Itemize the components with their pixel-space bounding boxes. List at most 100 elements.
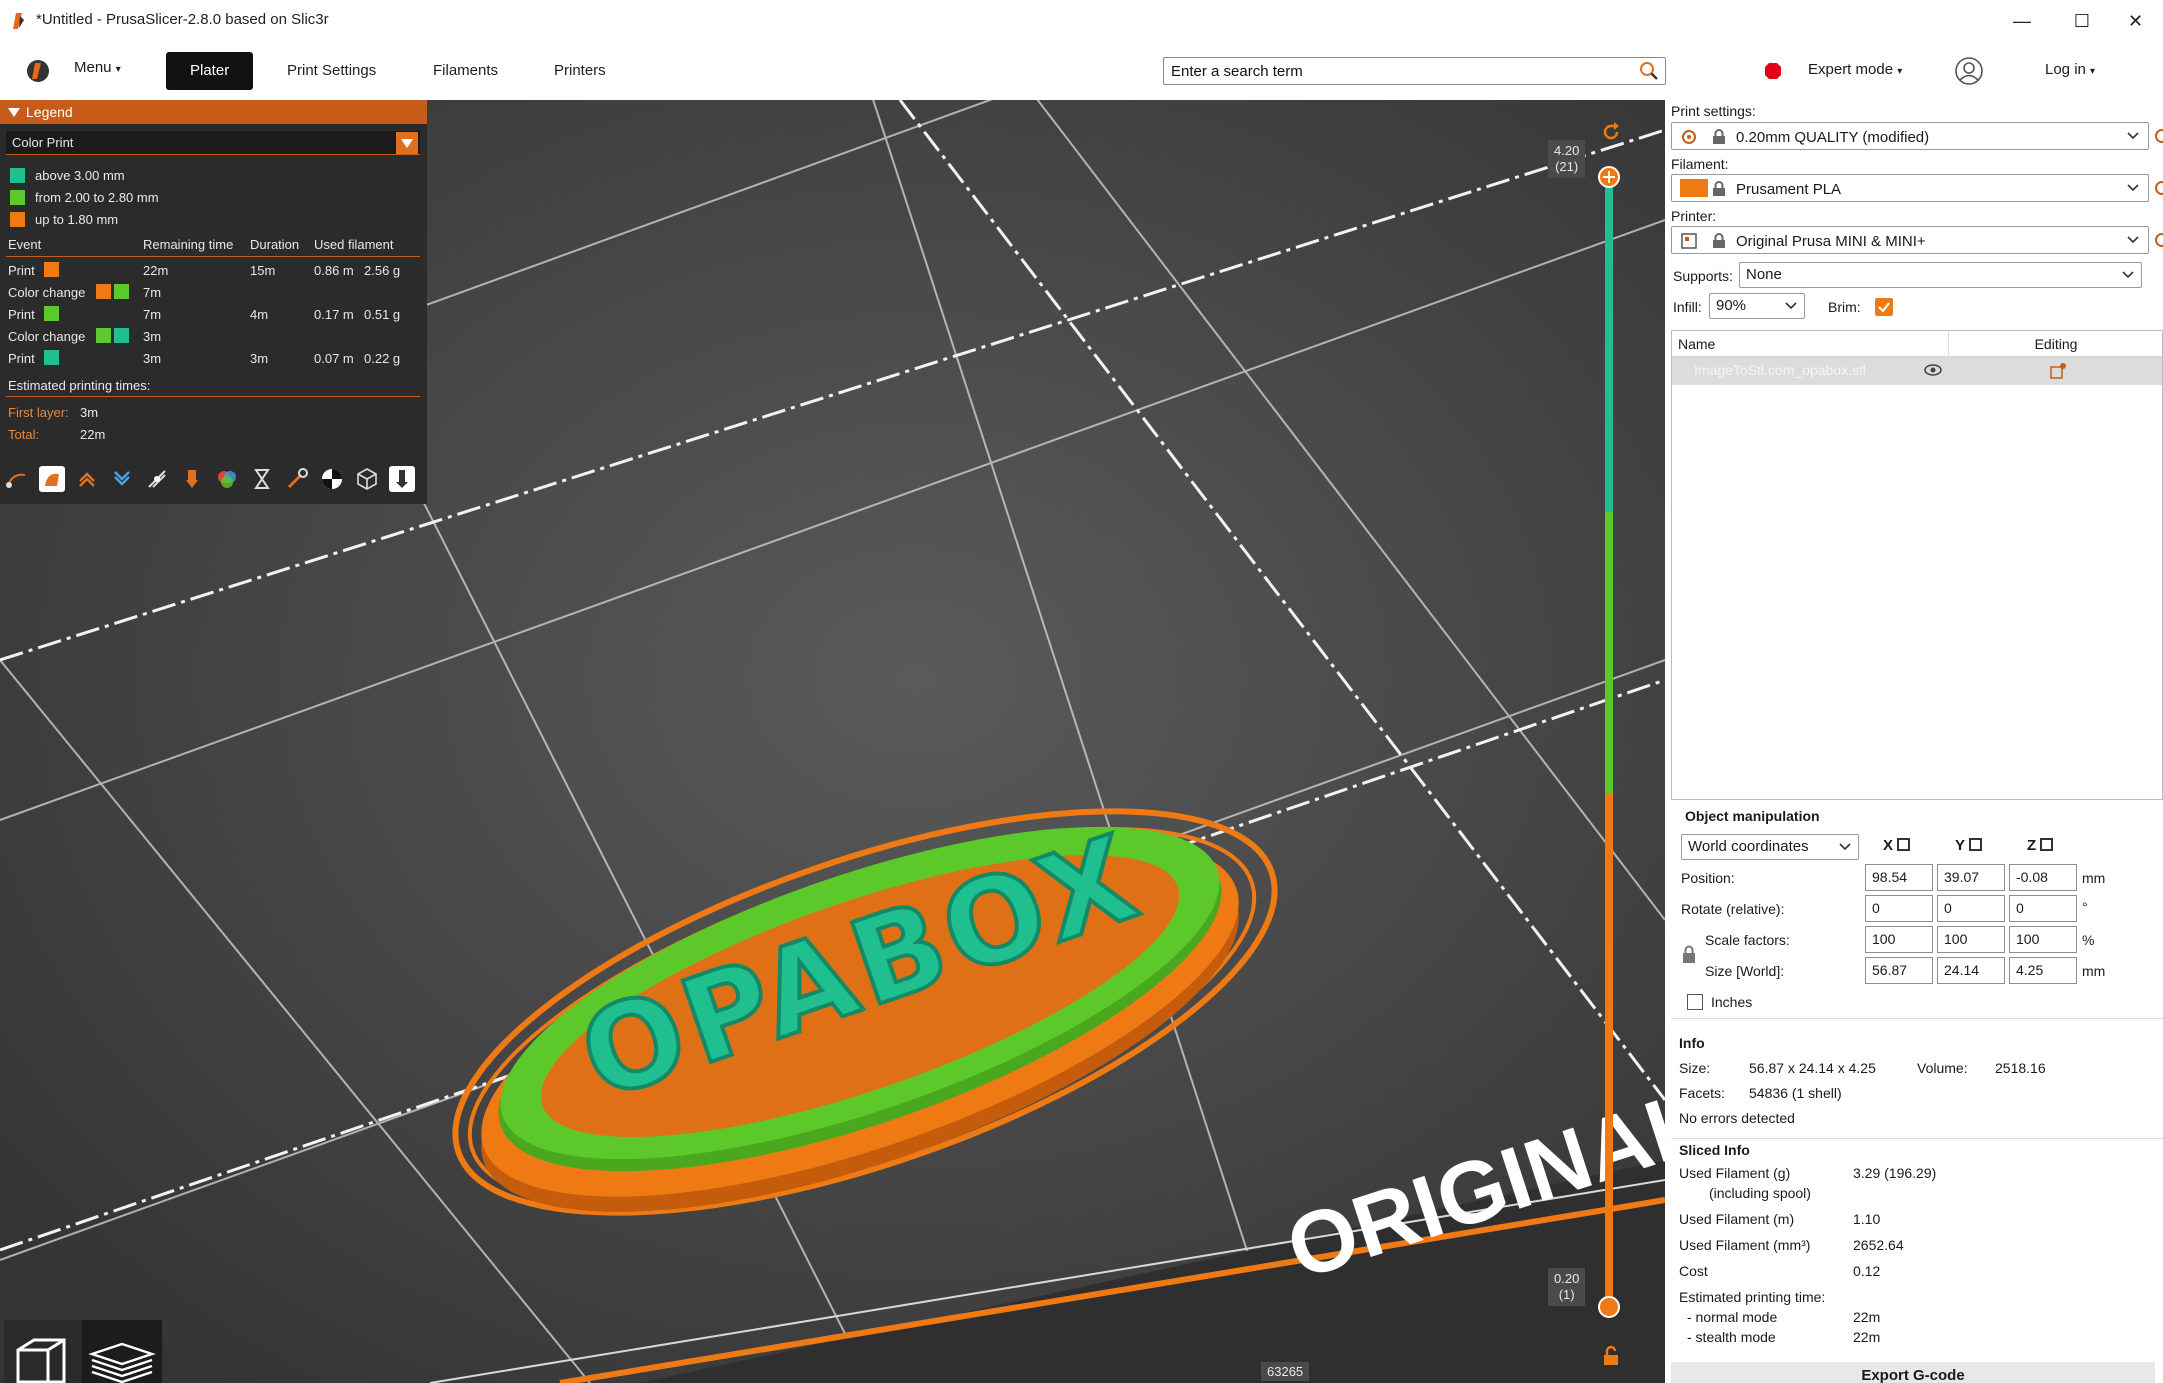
minimize-icon: —	[2013, 10, 2031, 31]
object-name[interactable]: ImageToStl.com_opabox.stl	[1694, 362, 1866, 378]
close-window-button[interactable]: ✕	[2108, 0, 2163, 42]
brim-checkbox[interactable]	[1875, 298, 1893, 316]
size-y-field[interactable]: 24.14	[1937, 957, 2005, 984]
size-unit: mm	[2082, 963, 2106, 979]
printer-icon	[1681, 233, 1697, 249]
view-type-select[interactable]: Color Print	[6, 131, 420, 155]
position-x-field[interactable]: 98.54	[1865, 864, 1933, 891]
used-filament-m-label: Used Filament (m)	[1679, 1211, 1795, 1227]
menu-button[interactable]: Menu ▾	[74, 59, 121, 76]
color-swatch	[10, 212, 25, 227]
export-gcode-button[interactable]: Export G-code	[1671, 1362, 2155, 1383]
sidebar-panel: Print settings: 0.20mm QUALITY (modified…	[1665, 100, 2163, 1383]
size-x-field[interactable]: 56.87	[1865, 957, 1933, 984]
size-z-field[interactable]: 4.25	[2009, 957, 2077, 984]
used-filament-m-value: 1.10	[1853, 1211, 1881, 1227]
layers-icon	[88, 1342, 156, 1383]
slider-top-thumb[interactable]	[1598, 166, 1620, 188]
rotate-x-field[interactable]: 0	[1865, 895, 1933, 922]
pause-prints-icon[interactable]	[249, 466, 275, 492]
tab-filaments[interactable]: Filaments	[409, 52, 522, 90]
print-profile-select[interactable]: 0.20mm QUALITY (modified)	[1671, 122, 2149, 150]
shells-icon[interactable]	[354, 466, 380, 492]
edit-object-icon[interactable]	[2049, 362, 2067, 380]
search-input[interactable]: Enter a search term	[1163, 57, 1666, 85]
tool-changes-icon[interactable]	[179, 466, 205, 492]
used-filament-mm3-value: 2652.64	[1853, 1237, 1904, 1253]
3d-scene-view[interactable]: ORIGINAL OPABOX Legend Color Print above…	[0, 100, 1665, 1383]
inches-label: Inches	[1711, 994, 1753, 1010]
axis-y-icon[interactable]	[1969, 838, 1983, 851]
seams-icon[interactable]	[144, 466, 170, 492]
rotate-z-field[interactable]: 0	[2009, 895, 2077, 922]
scale-x-field[interactable]: 100	[1865, 926, 1933, 953]
object-list[interactable]: Name Editing ImageToStl.com_opabox.stl	[1671, 330, 2163, 800]
brim-label: Brim:	[1828, 299, 1861, 315]
edit-printer-icon[interactable]	[2153, 230, 2163, 250]
tool-marker-icon[interactable]	[389, 466, 415, 492]
first-layer-value: 3m	[80, 405, 99, 420]
preview-button[interactable]	[82, 1320, 162, 1383]
legend-header[interactable]: Legend	[0, 100, 427, 124]
position-z-field[interactable]: -0.08	[2009, 864, 2077, 891]
coordinate-system-select[interactable]: World coordinates	[1681, 834, 1859, 860]
chevron-down-icon: ▾	[2090, 66, 2096, 77]
editing-column-header[interactable]: Editing	[1948, 336, 2163, 352]
position-y-field[interactable]: 39.07	[1937, 864, 2005, 891]
login-button[interactable]: Log in ▾	[2045, 61, 2095, 78]
undo-arrow-icon[interactable]	[1600, 120, 1622, 142]
mode-button[interactable]: Expert mode ▾	[1808, 61, 1902, 78]
lock-icon[interactable]	[1601, 1345, 1621, 1367]
search-icon[interactable]	[1639, 61, 1659, 81]
scale-z-field[interactable]: 100	[2009, 926, 2077, 953]
center-of-gravity-icon[interactable]	[319, 466, 345, 492]
chevron-down-icon	[2127, 184, 2139, 192]
deretractions-icon[interactable]	[109, 466, 135, 492]
axis-x-icon[interactable]	[1897, 838, 1911, 851]
name-column-header[interactable]: Name	[1678, 336, 1715, 352]
infill-select[interactable]: 90%	[1709, 293, 1805, 319]
axis-z-icon[interactable]	[2040, 838, 2054, 851]
cost-value: 0.12	[1853, 1263, 1881, 1279]
scale-y-field[interactable]: 100	[1937, 926, 2005, 953]
retractions-icon[interactable]	[74, 466, 100, 492]
object-manipulation-title: Object manipulation	[1685, 808, 1820, 824]
tab-printers[interactable]: Printers	[530, 52, 630, 90]
wipe-icon[interactable]	[39, 466, 65, 492]
slider-bottom-thumb[interactable]	[1598, 1296, 1620, 1318]
custom-gcodes-icon[interactable]	[284, 466, 310, 492]
color-swatch	[114, 284, 129, 299]
settings-gear-icon	[1682, 130, 1696, 144]
color-changes-icon[interactable]	[214, 466, 240, 492]
estimated-time-label: Estimated printing time:	[1679, 1289, 1826, 1305]
legend-range-item: above 3.00 mm	[10, 168, 125, 183]
scale-lock-icon[interactable]	[1681, 944, 1697, 964]
chevron-down-icon: ▾	[1897, 66, 1903, 77]
inches-checkbox[interactable]	[1687, 994, 1703, 1010]
collapse-triangle-icon[interactable]	[8, 108, 20, 117]
eye-icon[interactable]	[1924, 363, 1942, 377]
supports-label: Supports:	[1673, 268, 1733, 284]
tab-plater[interactable]: Plater	[166, 52, 254, 90]
chevron-down-icon	[1839, 843, 1851, 851]
printer-profile-select[interactable]: Original Prusa MINI & MINI+	[1671, 226, 2149, 254]
travel-icon[interactable]	[4, 466, 30, 492]
dropdown-arrow-icon[interactable]	[396, 132, 418, 154]
minimize-button[interactable]: —	[1990, 0, 2054, 42]
view-3d-button[interactable]	[4, 1320, 82, 1383]
rotate-y-field[interactable]: 0	[1937, 895, 2005, 922]
prusa-logo-icon[interactable]	[26, 59, 50, 83]
filament-color-swatch[interactable]	[1680, 179, 1708, 197]
maximize-button[interactable]: ☐	[2050, 0, 2114, 42]
slider-range-low	[1605, 794, 1613, 1308]
user-account-icon[interactable]	[1954, 56, 1984, 86]
tab-print-settings[interactable]: Print Settings	[263, 52, 400, 90]
edit-filament-icon[interactable]	[2153, 178, 2163, 198]
color-swatch	[96, 284, 111, 299]
object-row[interactable]: ImageToStl.com_opabox.stl	[1672, 357, 2162, 385]
chevron-down-icon	[2122, 271, 2134, 279]
filament-profile-select[interactable]: Prusament PLA	[1671, 174, 2149, 202]
supports-select[interactable]: None	[1739, 262, 2142, 288]
edit-print-settings-icon[interactable]	[2153, 126, 2163, 146]
color-swatch	[44, 262, 59, 277]
